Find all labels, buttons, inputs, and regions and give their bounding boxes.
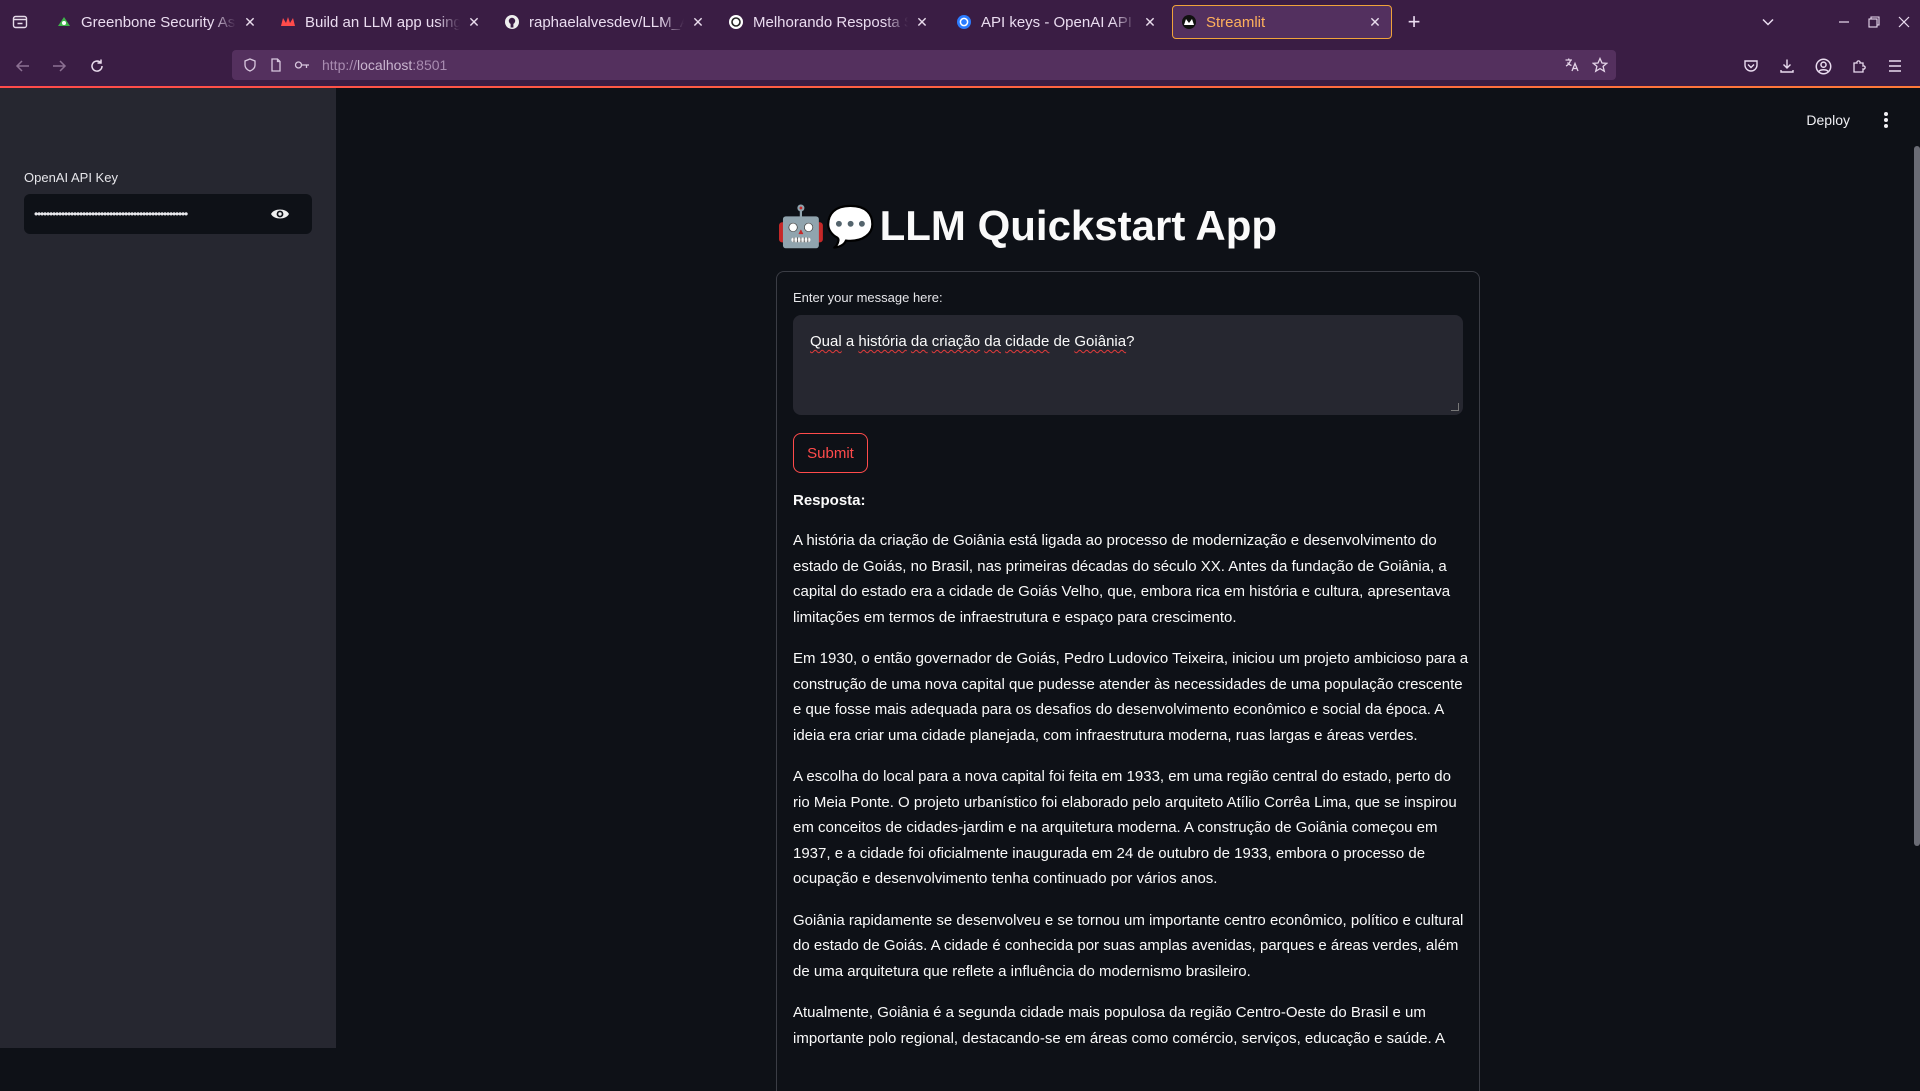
new-tab-icon[interactable]: +: [1402, 9, 1426, 34]
browser-tab[interactable]: Build an LLM app using LangChain ✕: [272, 5, 490, 39]
message-word: história: [858, 333, 907, 350]
show-password-eye-icon[interactable]: [270, 205, 290, 223]
browser-tab[interactable]: API keys - OpenAI API ✕: [948, 5, 1166, 39]
tab-title: Build an LLM app using LangChain: [305, 13, 460, 31]
deploy-button[interactable]: Deploy: [1806, 112, 1850, 128]
chevron-down-icon[interactable]: [1756, 10, 1780, 34]
url-text: http://localhost:8501: [322, 57, 447, 73]
close-tab-icon[interactable]: ✕: [690, 14, 706, 30]
url-port: :8501: [412, 57, 448, 73]
streamlit-favicon-icon: [1181, 14, 1197, 30]
pocket-icon[interactable]: [1742, 57, 1760, 75]
tab-title: API keys - OpenAI API: [981, 13, 1132, 31]
message-word: Qual: [810, 333, 842, 350]
url-host: localhost: [357, 57, 413, 73]
greenbone-favicon-icon: [56, 14, 72, 30]
page-info-icon[interactable]: [268, 57, 284, 73]
sidebar: OpenAI API Key •••••••••••••••••••••••••…: [0, 88, 336, 1048]
tab-title: Streamlit: [1206, 13, 1266, 31]
page-title-text: LLM Quickstart App: [879, 202, 1278, 249]
url-scheme: http://: [322, 57, 358, 73]
message-word: cidade: [1005, 333, 1050, 350]
tab-title: raphaelalvesdev/LLM_App: [529, 13, 684, 31]
api-key-masked-value: ••••••••••••••••••••••••••••••••••••••••…: [34, 207, 188, 221]
message-textarea[interactable]: Qual a história da criação da cidade de …: [793, 315, 1463, 415]
message-word: Goiânia: [1074, 333, 1127, 350]
browser-tab-active[interactable]: Streamlit ✕: [1172, 5, 1392, 39]
message-word: criação: [931, 333, 981, 350]
more-options-icon[interactable]: [1880, 110, 1892, 130]
resize-handle-icon[interactable]: [1451, 403, 1459, 411]
minimize-icon[interactable]: [1832, 10, 1856, 34]
translate-icon[interactable]: [1564, 57, 1580, 73]
response-text: A história da criação de Goiânia está li…: [793, 528, 1469, 1067]
streamlit-crown-favicon-icon: [280, 14, 296, 30]
close-window-icon[interactable]: [1892, 10, 1916, 34]
close-tab-icon[interactable]: ✕: [1142, 14, 1158, 30]
scrollbar[interactable]: [1914, 146, 1920, 846]
back-arrow-icon[interactable]: [10, 53, 36, 79]
github-favicon-icon: [504, 14, 520, 30]
bookmark-star-icon[interactable]: [1592, 57, 1608, 73]
message-text: Qual a história da criação da cidade de …: [810, 333, 1134, 350]
response-label: Resposta:: [793, 492, 866, 509]
browser-tab[interactable]: Greenbone Security Assistant ✕: [48, 5, 266, 39]
browser-tab[interactable]: raphaelalvesdev/LLM_App ✕: [496, 5, 714, 39]
response-paragraph: A escolha do local para a nova capital f…: [793, 768, 1457, 887]
account-icon[interactable]: [1814, 57, 1832, 75]
page-title: 🤖💬 LLM Quickstart App: [776, 202, 1277, 250]
message-input-label: Enter your message here:: [793, 290, 943, 305]
hamburger-menu-icon[interactable]: [1886, 57, 1904, 75]
shield-icon[interactable]: [242, 57, 258, 73]
response-paragraph: Atualmente, Goiânia é a segunda cidade m…: [793, 1004, 1446, 1047]
tab-list-icon[interactable]: [8, 10, 32, 34]
chat-form: Enter your message here: Qual a história…: [776, 271, 1480, 1091]
address-bar[interactable]: http://localhost:8501: [232, 50, 1616, 80]
tab-title: Melhorando Resposta Streamlit: [753, 13, 908, 31]
response-paragraph: A história da criação de Goiânia está li…: [793, 532, 1451, 626]
robot-speech-emoji-icon: 🤖💬: [776, 204, 876, 249]
response-paragraph: Goiânia rapidamente se desenvolveu e se …: [793, 911, 1464, 980]
tab-title: Greenbone Security Assistant: [81, 13, 236, 31]
key-icon[interactable]: [294, 57, 310, 73]
api-key-label: OpenAI API Key: [24, 170, 118, 185]
browser-tab-bar: Greenbone Security Assistant ✕ Build an …: [0, 0, 1920, 44]
api-key-input[interactable]: ••••••••••••••••••••••••••••••••••••••••…: [24, 194, 312, 234]
main-content: Deploy 🤖💬 LLM Quickstart App Enter your …: [336, 88, 1920, 1091]
submit-button[interactable]: Submit: [793, 433, 868, 473]
browser-nav-bar: http://localhost:8501: [0, 44, 1920, 86]
message-word: de: [1053, 333, 1071, 350]
openai-favicon-icon: [728, 14, 744, 30]
extensions-icon[interactable]: [1851, 57, 1869, 75]
openai-blue-favicon-icon: [956, 14, 972, 30]
download-icon[interactable]: [1778, 57, 1796, 75]
message-word: da: [984, 333, 1001, 350]
forward-arrow-icon[interactable]: [46, 53, 72, 79]
message-word: da: [910, 333, 928, 350]
close-tab-icon[interactable]: ✕: [914, 14, 930, 30]
message-word: a: [845, 333, 855, 350]
close-tab-icon[interactable]: ✕: [1367, 14, 1383, 30]
restore-icon[interactable]: [1862, 10, 1886, 34]
browser-tab[interactable]: Melhorando Resposta Streamlit ✕: [720, 5, 938, 39]
close-tab-icon[interactable]: ✕: [242, 14, 258, 30]
message-word: ?: [1126, 333, 1135, 350]
reload-icon[interactable]: [84, 53, 110, 79]
response-paragraph: Em 1930, o então governador de Goiás, Pe…: [793, 650, 1469, 744]
close-tab-icon[interactable]: ✕: [466, 14, 482, 30]
